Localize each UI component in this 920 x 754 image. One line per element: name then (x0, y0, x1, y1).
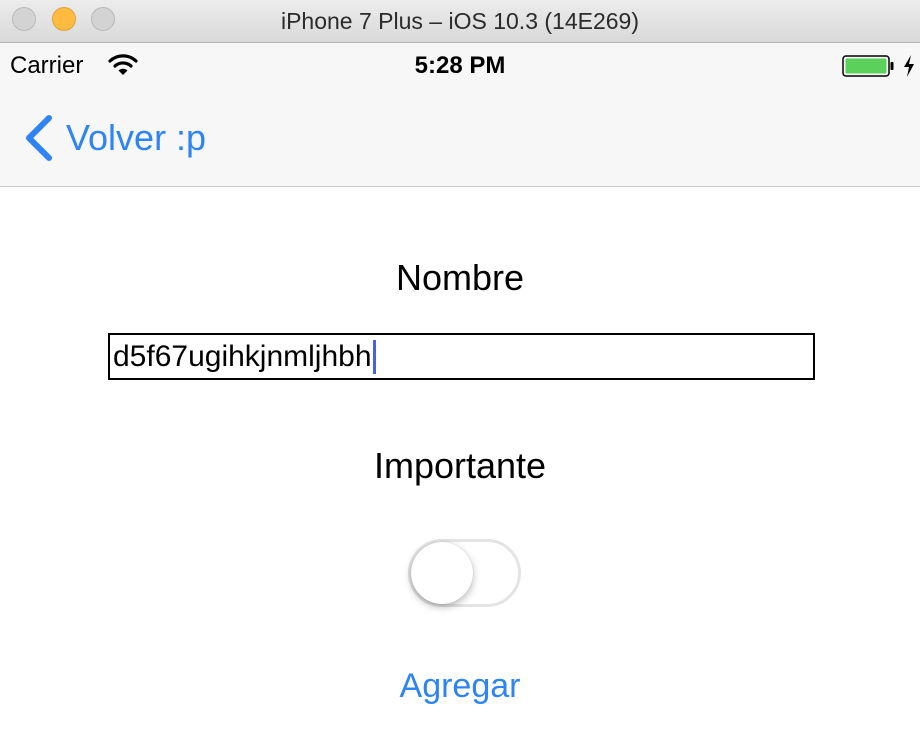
window-titlebar: iPhone 7 Plus – iOS 10.3 (14E269) (0, 0, 920, 43)
back-button-label: Volver :p (66, 117, 207, 158)
add-button[interactable]: Agregar (0, 667, 920, 706)
battery-icon (842, 55, 894, 77)
chevron-left-icon (26, 115, 52, 161)
form-content: Nombre d5f67ugihkjnmljhbh Importante Agr… (0, 187, 920, 754)
important-label: Importante (373, 445, 547, 486)
name-label: Nombre (395, 257, 525, 298)
name-input-value: d5f67ugihkjnmljhbh (113, 339, 372, 373)
important-toggle[interactable] (408, 539, 521, 607)
status-bar: Carrier 5:28 PM (0, 43, 920, 89)
back-button[interactable]: Volver :p (22, 113, 206, 163)
status-time: 5:28 PM (414, 52, 506, 79)
name-input[interactable]: d5f67ugihkjnmljhbh (108, 333, 815, 380)
navigation-bar: Volver :p (0, 89, 920, 187)
text-caret (372, 339, 376, 374)
simulator-window: iPhone 7 Plus – iOS 10.3 (14E269) Carrie… (0, 0, 920, 754)
toggle-knob[interactable] (411, 542, 473, 604)
window-title: iPhone 7 Plus – iOS 10.3 (14E269) (280, 8, 639, 34)
charging-bolt-icon (904, 55, 914, 77)
